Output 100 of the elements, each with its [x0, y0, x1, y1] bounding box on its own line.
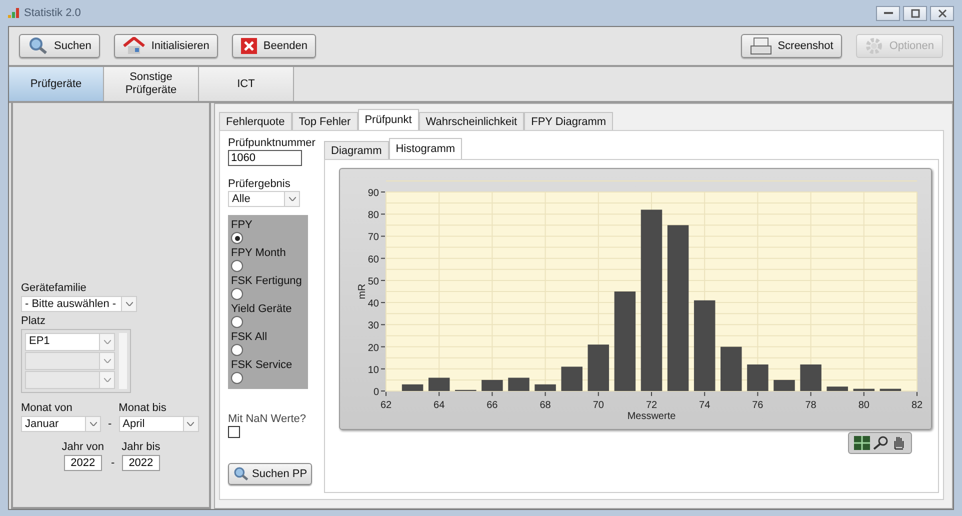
axis-title: mR	[357, 284, 368, 300]
tick-label: 62	[380, 400, 392, 411]
minimize-button[interactable]	[876, 6, 900, 20]
field-label: Jahr von	[62, 441, 104, 453]
histogram-bar	[720, 346, 742, 391]
field-label: Monat von	[21, 402, 74, 414]
checkbox[interactable]	[228, 426, 240, 438]
chevron-icon	[104, 359, 110, 363]
settings-icon	[865, 37, 884, 55]
dropdown[interactable]: - Bitte auswählen -	[21, 296, 137, 312]
tick-label: 66	[486, 400, 498, 411]
year-field[interactable]: 2022	[122, 455, 160, 471]
tick-label: 68	[540, 400, 551, 411]
close-button[interactable]	[930, 6, 954, 20]
search-icon	[28, 37, 48, 55]
toolbar-button[interactable]: Initialisieren	[114, 34, 218, 58]
histogram-bar	[800, 364, 822, 391]
histogram-bar	[747, 364, 768, 391]
radio-label: FPY Month	[231, 247, 286, 259]
histogram-bar	[508, 378, 530, 391]
field-label: Monat bis	[118, 402, 168, 414]
tick-label: 64	[434, 400, 445, 411]
tick-label: 80	[368, 210, 379, 222]
radio-label: FPY	[231, 219, 252, 231]
histogram-bar	[774, 380, 795, 391]
tab[interactable]: Diagramm	[324, 141, 389, 159]
tick-label: 30	[368, 320, 379, 332]
tick-label: 80	[858, 400, 870, 411]
bar-chart-icon	[8, 8, 20, 18]
dropdown[interactable]: Januar	[21, 416, 101, 432]
radio-button[interactable]	[231, 288, 243, 300]
radio-label: FSK Fertigung	[231, 275, 302, 287]
tick-label: 0	[373, 387, 379, 398]
tab[interactable]: Prüfpunkt	[358, 109, 419, 130]
close-icon	[241, 38, 258, 54]
histogram-bar	[482, 380, 503, 391]
field-label: Jahr bis	[122, 441, 160, 453]
house-icon	[123, 37, 146, 55]
main-tab[interactable]: Prüfgeräte	[9, 67, 104, 101]
toolbar-button[interactable]: Screenshot	[740, 34, 842, 58]
year-field[interactable]: 2022	[64, 455, 102, 471]
chevron-icon	[126, 302, 132, 306]
number-field[interactable]: 1060	[228, 150, 302, 166]
radio-button[interactable]	[231, 344, 243, 356]
main-tab[interactable]: ICT	[199, 67, 294, 101]
tick-label: 76	[752, 400, 764, 411]
tick-label: 74	[699, 400, 710, 411]
dropdown[interactable]: Alle	[228, 191, 300, 207]
tick-label: 60	[368, 254, 379, 266]
range-separator: -	[110, 457, 116, 471]
toolbar-button[interactable]: Suchen	[19, 34, 100, 58]
window-title: Statistik 2.0	[24, 7, 81, 19]
radio-button[interactable]	[231, 316, 243, 328]
radio-button[interactable]	[231, 232, 243, 244]
histogram-bar	[853, 388, 875, 391]
histogram-bar	[880, 388, 902, 391]
zoom-icon[interactable]	[873, 436, 889, 450]
maximize-button[interactable]	[903, 6, 927, 20]
radio-label: FSK All	[231, 331, 268, 343]
dropdown[interactable]: EP1	[25, 333, 115, 351]
tab[interactable]: Fehlerquote	[219, 112, 292, 130]
radio-button[interactable]	[231, 372, 243, 384]
main-tab[interactable]: Sonstige Prüfgeräte	[104, 67, 199, 101]
tick-label: 70	[368, 232, 379, 244]
maximize-icon	[910, 8, 920, 18]
chevron-icon	[104, 340, 110, 344]
tick-label: 78	[805, 400, 816, 411]
close-icon	[938, 8, 946, 18]
tick-label: 40	[368, 298, 379, 310]
tick-label: 70	[592, 400, 604, 411]
histogram-bar	[588, 344, 610, 391]
search-icon	[233, 466, 249, 482]
histogram-bar	[826, 386, 848, 391]
tab[interactable]: Wahrscheinlichkeit	[418, 112, 524, 130]
tick-label: 20	[368, 342, 379, 354]
dropdown[interactable]: April	[118, 416, 199, 432]
toolbar-button[interactable]: Beenden	[232, 34, 316, 58]
tick-label: 90	[368, 188, 379, 199]
checkbox-label: Mit NaN Werte?	[228, 413, 306, 425]
chevron-icon	[187, 422, 194, 426]
radio-label: Yield Geräte	[231, 303, 292, 315]
tick-label: 72	[646, 400, 658, 411]
tab[interactable]: FPY Diagramm	[524, 112, 614, 130]
radio-label: FSK Service	[231, 359, 292, 371]
hand-icon[interactable]	[892, 436, 906, 450]
histogram-bar	[428, 378, 450, 391]
chevron-icon	[90, 422, 96, 426]
tick-label: 50	[368, 276, 379, 288]
scanner-icon	[750, 37, 772, 55]
chevron-icon	[104, 378, 110, 382]
field-label: Platz	[21, 315, 46, 327]
tab[interactable]: Top Fehler	[292, 112, 358, 130]
radio-button[interactable]	[231, 260, 243, 272]
axis-title: Messwerte	[627, 411, 676, 422]
histogram-bar	[561, 366, 582, 391]
search-button[interactable]: Suchen PP	[228, 463, 312, 485]
tick-label: 10	[368, 364, 379, 376]
tab[interactable]: Histogramm	[388, 138, 462, 159]
cursor-icon[interactable]	[854, 436, 870, 450]
range-separator: -	[107, 418, 113, 432]
